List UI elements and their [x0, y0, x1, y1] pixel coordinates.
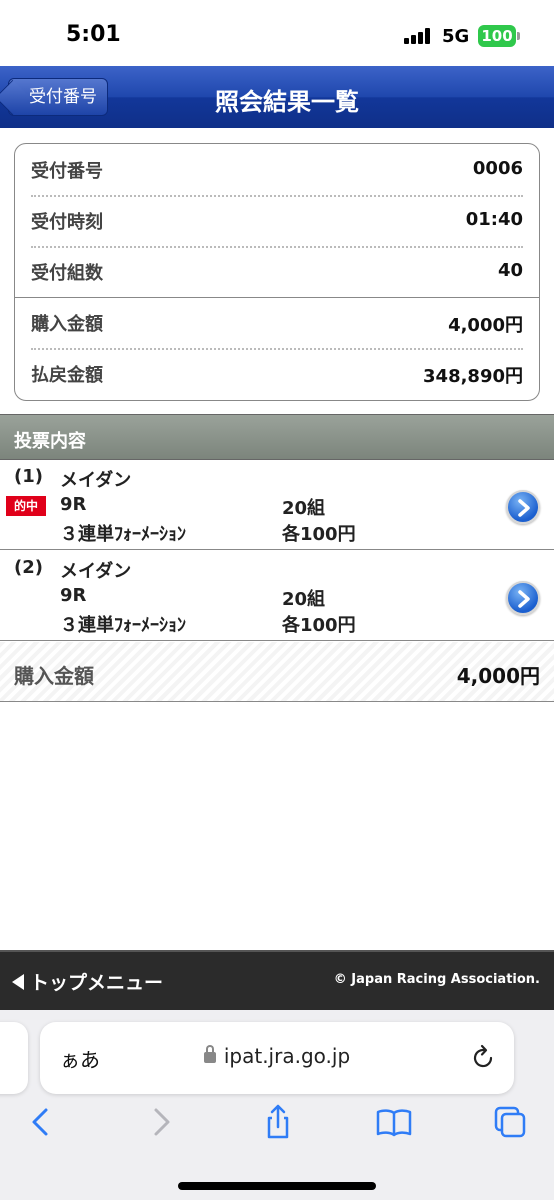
copyright: © Japan Racing Association. — [333, 972, 540, 987]
address-bar[interactable]: ぁあ ipat.jra.go.jp — [40, 1022, 514, 1094]
total-label: 購入金額 — [14, 664, 94, 688]
bet-index: (2) — [14, 557, 43, 578]
summary-card: 受付番号 0006 受付時刻 01:40 受付組数 40 購入金額 4,000円… — [14, 143, 540, 401]
signal-strength-icon — [404, 28, 434, 44]
summary-label: 払戻金額 — [31, 365, 103, 386]
summary-label: 受付番号 — [31, 161, 103, 182]
summary-value: 0006 — [472, 158, 523, 179]
summary-value: 01:40 — [465, 209, 523, 230]
summary-row-receipt-number: 受付番号 0006 — [31, 144, 523, 195]
battery-icon: 100 — [478, 25, 520, 47]
top-menu-link[interactable]: トップメニュー — [12, 968, 163, 995]
triangle-left-icon — [12, 974, 24, 990]
bet-type: ３連単ﾌｫｰﾒｰｼｮﾝ — [60, 615, 186, 636]
lock-icon — [203, 1045, 216, 1063]
bet-combos: 20組 — [282, 589, 326, 610]
summary-value: 40 — [497, 260, 523, 281]
url-text: ipat.jra.go.jp — [223, 1044, 351, 1068]
hit-badge: 的中 — [6, 496, 46, 516]
summary-label: 受付組数 — [31, 263, 103, 284]
chevron-right-icon[interactable] — [506, 581, 540, 615]
bet-round: 9R — [60, 494, 87, 515]
browser-chrome: ぁあ ipat.jra.go.jp — [0, 1010, 554, 1200]
reload-icon[interactable] — [470, 1044, 496, 1076]
bet-item[interactable]: (2) メイダン 9R 20組 ３連単ﾌｫｰﾒｰｼｮﾝ 各100円 — [0, 551, 554, 641]
bet-index: (1) — [14, 466, 43, 487]
section-title: 投票内容 — [14, 431, 86, 452]
summary-row-payout-amount: 払戻金額 348,890円 — [31, 348, 523, 399]
top-menu-label: トップメニュー — [30, 972, 164, 994]
bet-unit: 各100円 — [282, 615, 356, 636]
bet-item[interactable]: (1) メイダン 的中 9R 20組 ３連単ﾌｫｰﾒｰｼｮﾝ 各100円 — [0, 460, 554, 550]
home-indicator — [178, 1182, 376, 1190]
section-header: 投票内容 — [0, 414, 554, 460]
bet-unit: 各100円 — [282, 524, 356, 545]
share-icon[interactable] — [258, 1102, 298, 1142]
total-value: 4,000円 — [456, 664, 540, 688]
status-bar: 5:01 5G 100 — [0, 0, 554, 66]
bet-combos: 20組 — [282, 498, 326, 519]
page-title: 照会結果一覧 — [215, 88, 359, 116]
bet-race: メイダン — [60, 470, 132, 491]
network-type: 5G — [442, 26, 470, 47]
back-arrow-icon[interactable] — [22, 1102, 62, 1142]
bet-type: ３連単ﾌｫｰﾒｰｼｮﾝ — [60, 524, 186, 545]
total-row: 購入金額 4,000円 — [0, 642, 554, 702]
nav-header: 受付番号 照会結果一覧 — [0, 66, 554, 128]
summary-row-purchase-amount: 購入金額 4,000円 — [31, 297, 523, 348]
url-field[interactable]: ipat.jra.go.jp — [40, 1044, 514, 1068]
previous-tab[interactable] — [0, 1022, 28, 1094]
summary-value: 348,890円 — [423, 366, 523, 387]
summary-value: 4,000円 — [448, 315, 523, 336]
bet-race: メイダン — [60, 561, 132, 582]
summary-row-receipt-time: 受付時刻 01:40 — [31, 195, 523, 246]
summary-row-combo-count: 受付組数 40 — [31, 246, 523, 297]
bet-round: 9R — [60, 585, 87, 606]
footer-bar: トップメニュー © Japan Racing Association. — [0, 950, 554, 1010]
tabs-icon[interactable] — [490, 1102, 530, 1142]
bookmarks-icon[interactable] — [374, 1102, 414, 1142]
status-time: 5:01 — [66, 22, 121, 47]
summary-label: 購入金額 — [31, 314, 103, 335]
chevron-right-icon[interactable] — [506, 490, 540, 524]
summary-label: 受付時刻 — [31, 212, 103, 233]
forward-arrow-icon[interactable] — [142, 1102, 182, 1142]
